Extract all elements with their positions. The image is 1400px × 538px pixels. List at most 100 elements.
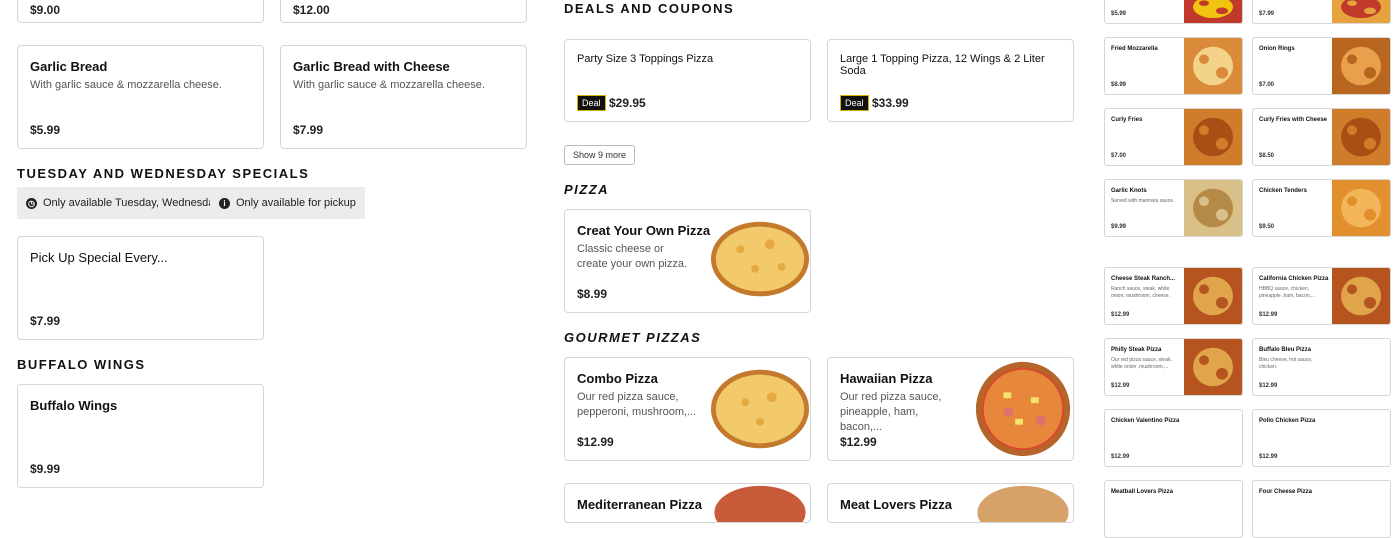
availability-chip-pickup: i Only available for pickup — [210, 187, 365, 219]
pizza-image — [712, 484, 808, 522]
item-title: Pick Up Special Every... — [30, 250, 168, 265]
side-menu-item[interactable]: Buffalo Bleu Pizza Bleu cheese, hot sauce… — [1252, 338, 1391, 396]
side-menu-item[interactable]: Philly Steak Pizza Our red pizza sauce, s… — [1104, 338, 1243, 396]
side-item-description: Ranch sauce, steak, white onion, mushroo… — [1111, 286, 1170, 299]
item-description: Our red pizza sauce, pepperoni, mushroom… — [577, 391, 697, 418]
side-menu-item[interactable]: Curly Fries $7.00 — [1104, 108, 1243, 166]
menu-item-card[interactable]: $9.00 — [17, 0, 264, 23]
side-menu-item[interactable]: Meatball Lovers Pizza — [1104, 480, 1243, 538]
side-menu-item[interactable]: Curly Fries with Cheese $8.50 — [1252, 108, 1391, 166]
deal-badge: Deal — [840, 95, 869, 111]
menu-item-garlic-bread-cheese[interactable]: Garlic Bread with Cheese With garlic sau… — [280, 45, 527, 149]
side-item-title: Chicken Valentino Pizza — [1111, 418, 1180, 424]
food-image — [1332, 109, 1390, 165]
side-item-price: $12.99 — [1111, 312, 1130, 318]
item-price: $7.99 — [30, 314, 61, 328]
deal-title: Party Size 3 Toppings Pizza — [577, 53, 714, 65]
item-price: $12.99 — [577, 435, 614, 449]
side-item-title: Buffalo Bleu Pizza — [1259, 347, 1312, 353]
item-title: Meat Lovers Pizza — [840, 497, 952, 512]
side-menu-item[interactable]: Onion Rings $7.00 — [1252, 37, 1391, 95]
food-image — [1332, 268, 1390, 324]
side-menu-item[interactable]: Chicken Valentino Pizza $12.99 — [1104, 409, 1243, 467]
section-heading-pizza: Pizza — [564, 182, 610, 197]
food-image — [1184, 38, 1242, 94]
item-title: Mediterranean Pizza — [577, 497, 702, 512]
menu-item-card[interactable]: $12.00 — [280, 0, 527, 23]
item-title: Buffalo Wings — [30, 398, 118, 413]
deal-badge: Deal — [577, 95, 606, 111]
menu-item-buffalo-wings[interactable]: Buffalo Wings $9.99 — [17, 384, 264, 488]
item-price: $5.99 — [30, 123, 61, 137]
side-menu-item[interactable]: Fried Mozzarella $8.99 — [1104, 37, 1243, 95]
side-item-title: California Chicken Pizza — [1259, 276, 1329, 282]
side-item-price: $7.00 — [1111, 153, 1127, 159]
side-menu-item[interactable]: Garlic Knots Served with marinara sauce. $… — [1104, 179, 1243, 237]
item-title: Garlic Bread — [30, 59, 108, 74]
food-image — [1332, 180, 1390, 236]
deal-card[interactable]: Large 1 Topping Pizza, 12 Wings & 2 Lite… — [827, 39, 1074, 122]
side-item-title: Chicken Tenders — [1259, 188, 1307, 194]
item-description: Our red pizza sauce, pineapple, ham, bac… — [840, 391, 942, 433]
side-item-title: Garlic Knots — [1111, 188, 1147, 194]
food-image — [1184, 339, 1242, 395]
side-item-title: Meatball Lovers Pizza — [1111, 489, 1174, 495]
item-description: Classic cheese or create your own pizza. — [577, 243, 688, 270]
side-item-price: $7.00 — [1259, 82, 1275, 88]
side-menu-item[interactable]: $5.99 — [1104, 0, 1243, 24]
side-menu-item[interactable]: $7.99 — [1252, 0, 1391, 24]
side-menu-item[interactable]: Four Cheese Pizza — [1252, 480, 1391, 538]
side-item-description: HBBQ sauce, chicken, pineapple ,ham, bac… — [1259, 286, 1316, 299]
item-title: Creat Your Own Pizza — [577, 223, 711, 238]
side-item-price: $8.50 — [1259, 153, 1275, 159]
side-menu-item[interactable]: Cheese Steak Ranch... Ranch sauce, steak,… — [1104, 267, 1243, 325]
pizza-image — [975, 484, 1071, 522]
food-image — [1184, 180, 1242, 236]
item-title: Hawaiian Pizza — [840, 371, 933, 386]
side-item-description: Served with marinara sauce. — [1111, 198, 1175, 204]
item-price: $9.99 — [30, 462, 61, 476]
item-title: Garlic Bread with Cheese — [293, 59, 450, 74]
menu-item-garlic-bread[interactable]: Garlic Bread With garlic sauce & mozzare… — [17, 45, 264, 149]
section-heading-gourmet: Gourmet Pizzas — [564, 330, 702, 345]
section-heading-tuesday: Tuesday and Wednesday Specials — [17, 166, 310, 181]
show-more-button[interactable]: Show 9 more — [564, 145, 636, 165]
item-description: With garlic sauce & mozzarella cheese. — [293, 79, 485, 91]
side-item-description: Our red pizza sauce, steak, white onion … — [1111, 357, 1172, 370]
menu-item-combo-pizza[interactable]: Combo Pizza Our red pizza sauce, peppero… — [564, 357, 811, 461]
side-item-title: Philly Steak Pizza — [1111, 347, 1162, 353]
cheese-pizza-image — [710, 210, 810, 312]
section-heading-deals: Deals and Coupons — [564, 1, 735, 16]
menu-item-hawaiian-pizza[interactable]: Hawaiian Pizza Our red pizza sauce, pine… — [827, 357, 1074, 461]
hawaiian-pizza-image — [973, 358, 1073, 460]
side-menu-item[interactable]: Chicken Tenders $9.50 — [1252, 179, 1391, 237]
side-item-price: $9.99 — [1111, 224, 1127, 230]
side-item-price: $12.99 — [1111, 383, 1130, 389]
deal-card[interactable]: Party Size 3 Toppings Pizza Deal $29.95 — [564, 39, 811, 122]
side-item-price: $12.99 — [1259, 383, 1278, 389]
side-item-price: $8.99 — [1111, 82, 1127, 88]
side-menu-item[interactable]: Pollo Chicken Pizza $12.99 — [1252, 409, 1391, 467]
deal-price: $29.95 — [609, 96, 646, 110]
menu-item-pickup-special[interactable]: Pick Up Special Every... $7.99 — [17, 236, 264, 340]
side-item-title: Curly Fries — [1111, 117, 1143, 123]
menu-item-mediterranean-pizza[interactable]: Mediterranean Pizza — [564, 483, 811, 523]
chip-label: Only available Tuesday, Wednesday — [43, 197, 220, 209]
deal-title: Large 1 Topping Pizza, 12 Wings & 2 Lite… — [840, 53, 1045, 77]
side-item-title: Four Cheese Pizza — [1259, 489, 1313, 495]
side-item-price: $9.50 — [1259, 224, 1275, 230]
side-item-title: Pollo Chicken Pizza — [1259, 418, 1316, 424]
deal-price: $33.99 — [872, 96, 909, 110]
food-image — [1332, 38, 1390, 94]
item-title: Combo Pizza — [577, 371, 658, 386]
item-price: $7.99 — [293, 123, 324, 137]
menu-item-create-pizza[interactable]: Creat Your Own Pizza Classic cheese or c… — [564, 209, 811, 313]
side-item-title: Onion Rings — [1259, 46, 1295, 52]
menu-item-meat-lovers-pizza[interactable]: Meat Lovers Pizza — [827, 483, 1074, 523]
section-heading-wings: Buffalo Wings — [17, 357, 146, 372]
side-item-price: $12.99 — [1259, 312, 1278, 318]
combo-pizza-image — [710, 358, 810, 460]
food-image — [1184, 0, 1242, 23]
side-menu-item[interactable]: California Chicken Pizza HBBQ sauce, chic… — [1252, 267, 1391, 325]
side-item-price: $5.99 — [1111, 11, 1127, 17]
